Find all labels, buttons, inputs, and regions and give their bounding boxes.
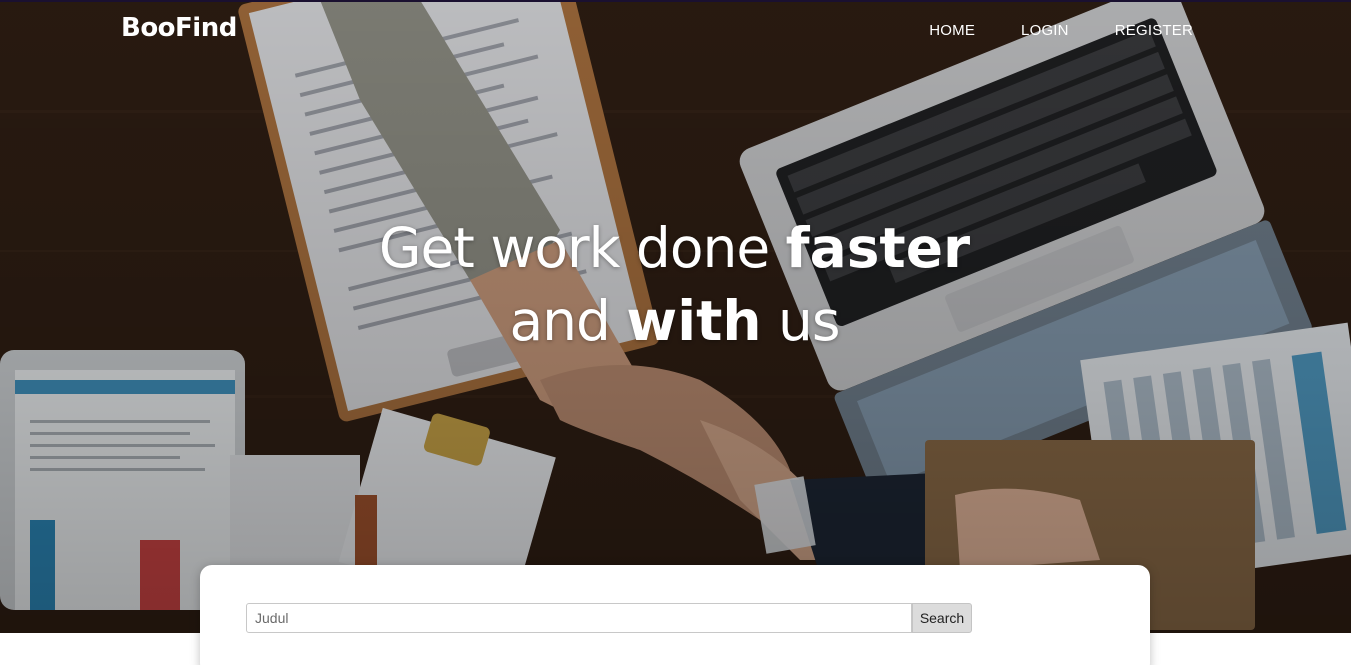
- nav-login-link[interactable]: LOGIN: [1021, 22, 1069, 39]
- headline-emphasis-faster: faster: [785, 216, 971, 280]
- nav-home-link[interactable]: HOME: [929, 22, 975, 39]
- landing-page: BooFind HOME LOGIN REGISTER Get work don…: [0, 0, 1351, 665]
- brand-logo[interactable]: BooFind: [121, 13, 237, 43]
- headline-text-3: us: [761, 289, 841, 353]
- headline-text-1: Get work done: [378, 216, 786, 280]
- search-card: Search: [200, 565, 1150, 665]
- main-nav: HOME LOGIN REGISTER: [929, 22, 1193, 39]
- search-input[interactable]: [246, 603, 912, 633]
- headline-line-2: and with us: [0, 285, 1350, 358]
- headline-emphasis-with: with: [626, 289, 762, 353]
- search-button[interactable]: Search: [912, 603, 972, 633]
- hero-section: BooFind HOME LOGIN REGISTER Get work don…: [0, 0, 1351, 633]
- top-border: [0, 0, 1351, 2]
- headline-line-1: Get work done faster: [0, 212, 1350, 285]
- nav-register-link[interactable]: REGISTER: [1115, 22, 1193, 39]
- hero-headline: Get work done faster and with us: [0, 212, 1351, 358]
- headline-text-2: and: [509, 289, 627, 353]
